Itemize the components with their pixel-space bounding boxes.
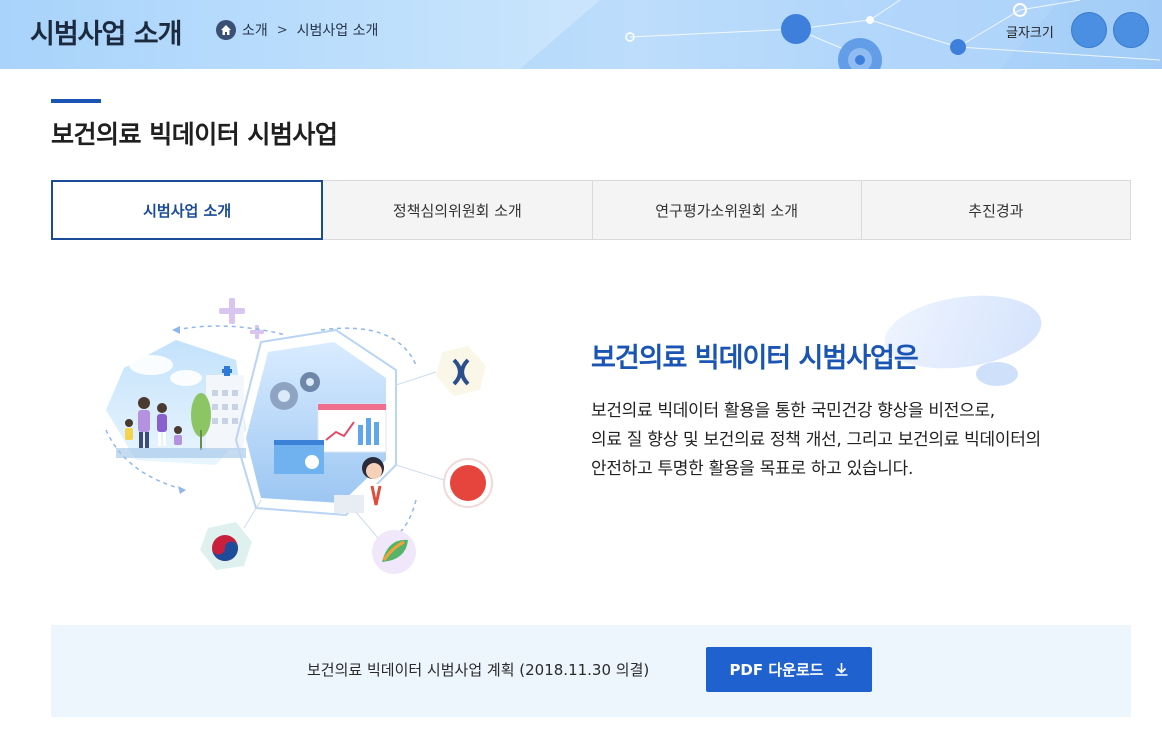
font-size-decrease-button[interactable]	[1113, 12, 1149, 48]
government-emblem-icon	[200, 522, 252, 570]
project-illustration	[105, 298, 493, 574]
home-icon[interactable]	[216, 20, 236, 40]
intro-line-1: 보건의료 빅데이터 활용을 통한 국민건강 향상을 비전으로,	[591, 401, 995, 421]
intro-line-2: 의료 질 향상 및 보건의료 정책 개선, 그리고 보건의료 빅데이터의	[591, 430, 1041, 450]
tab-policy-committee[interactable]: 정책심의위원회 소개	[323, 180, 593, 240]
tab-bar: 시범사업 소개 정책심의위원회 소개 연구평가소위원회 소개 추진경과	[51, 180, 1131, 240]
dna-icon	[436, 346, 486, 396]
font-size-label: 글자크기	[1006, 26, 1054, 41]
breadcrumb-item-current[interactable]: 시범사업 소개	[297, 20, 379, 40]
pdf-download-label: PDF 다운로드	[729, 661, 824, 679]
breadcrumb: 소개 > 시범사업 소개	[216, 20, 378, 40]
intro-title: 보건의료 빅데이터 시범사업은	[591, 343, 919, 374]
breadcrumb-item-intro[interactable]: 소개	[242, 20, 268, 40]
section-title: 보건의료 빅데이터 시범사업	[51, 120, 338, 149]
decorative-blob-small	[976, 362, 1018, 386]
chevron-right-icon: >	[276, 22, 288, 38]
header-banner: 시범사업 소개 소개 > 시범사업 소개 글자크기	[0, 0, 1162, 69]
download-icon	[834, 662, 849, 677]
plan-description: 보건의료 빅데이터 시범사업 계획 (2018.11.30 의결)	[307, 661, 650, 679]
leaf-icon	[372, 530, 416, 574]
intro-description: 보건의료 빅데이터 활용을 통한 국민건강 향상을 비전으로, 의료 질 향상 …	[591, 397, 1131, 484]
font-size-increase-button[interactable]	[1071, 12, 1107, 48]
download-bar: 보건의료 빅데이터 시범사업 계획 (2018.11.30 의결) PDF 다운…	[51, 625, 1131, 717]
tab-project-intro[interactable]: 시범사업 소개	[51, 180, 324, 240]
tab-progress[interactable]: 추진경과	[861, 180, 1131, 240]
section-accent-bar	[51, 99, 101, 103]
page-title: 시범사업 소개	[30, 19, 182, 50]
pdf-download-button[interactable]: PDF 다운로드	[706, 647, 872, 692]
sos-icon	[443, 458, 493, 508]
tab-research-subcommittee[interactable]: 연구평가소위원회 소개	[592, 180, 862, 240]
intro-line-3: 안전하고 투명한 활용을 목표로 하고 있습니다.	[591, 459, 914, 479]
